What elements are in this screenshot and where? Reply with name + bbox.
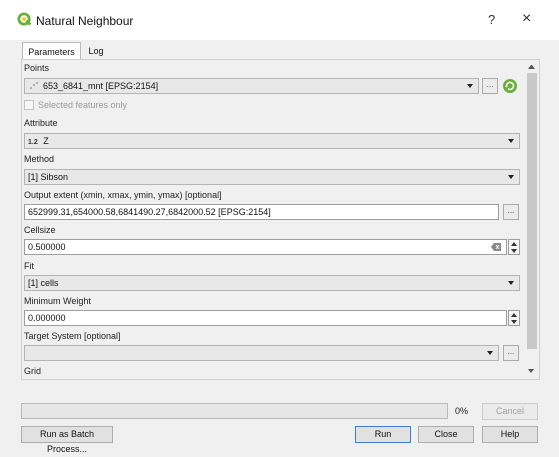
method-value: [1] Sibson (28, 172, 69, 182)
close-icon[interactable]: × (522, 10, 531, 28)
minimum-weight-spinbox[interactable] (508, 310, 520, 326)
scroll-thumb[interactable] (527, 73, 537, 349)
window-title: Natural Neighbour (36, 14, 134, 28)
iterate-icon[interactable] (502, 78, 518, 94)
cancel-button[interactable]: Cancel (482, 403, 538, 420)
method-select[interactable]: [1] Sibson (24, 169, 520, 185)
target-system-select[interactable] (24, 345, 499, 361)
output-extent-input[interactable]: 652999.31,654000.58,6841490.27,6842000.5… (24, 204, 499, 220)
scrollbar[interactable] (525, 59, 539, 379)
chevron-down-icon (508, 281, 514, 285)
target-system-browse-button[interactable]: ... (503, 345, 519, 361)
minimum-weight-label: Minimum Weight (24, 296, 91, 306)
fit-select[interactable]: [1] cells (24, 275, 520, 291)
point-layer-icon (30, 82, 38, 89)
points-select[interactable]: 653_6841_mnt [EPSG:2154] (24, 78, 479, 94)
points-label: Points (24, 63, 50, 73)
attribute-select[interactable]: 1.2 Z (24, 133, 520, 149)
tab-parameters[interactable]: Parameters (22, 42, 81, 60)
method-label: Method (24, 154, 55, 164)
help-icon[interactable]: ? (488, 12, 495, 27)
cellsize-spinbox[interactable] (508, 239, 520, 255)
target-system-label: Target System [optional] (24, 331, 121, 341)
output-extent-label: Output extent (xmin, xmax, ymin, ymax) [… (24, 190, 222, 200)
run-button[interactable]: Run (355, 426, 411, 443)
grid-label: Grid (24, 366, 42, 376)
numeric-field-icon: 1.2 (28, 139, 38, 146)
attribute-label: Attribute (24, 118, 58, 128)
qgis-icon (17, 12, 32, 26)
chevron-down-icon (508, 139, 514, 143)
scroll-up-icon[interactable] (528, 65, 535, 69)
fit-label: Fit (24, 261, 34, 271)
chevron-down-icon (508, 175, 514, 179)
chevron-down-icon (487, 351, 493, 355)
chevron-down-icon (467, 84, 473, 88)
points-browse-button[interactable]: ... (482, 78, 498, 94)
selected-features-label: Selected features only (38, 100, 128, 110)
points-value: 653_6841_mnt [EPSG:2154] (43, 81, 159, 91)
close-button[interactable]: Close (418, 426, 474, 443)
minimum-weight-input[interactable]: 0.000000 (24, 310, 507, 326)
help-button[interactable]: Help (482, 426, 538, 443)
clear-icon[interactable] (491, 243, 501, 251)
progress-label: 0% (455, 406, 469, 416)
tab-log[interactable]: Log (81, 42, 111, 60)
scroll-down-icon[interactable] (528, 369, 534, 373)
cellsize-label: Cellsize (24, 225, 56, 235)
attribute-value: Z (43, 136, 49, 146)
run-as-batch-button[interactable]: Run as Batch Process... (21, 426, 113, 454)
progress-bar (21, 403, 448, 419)
cellsize-value: 0.500000 (28, 242, 66, 252)
title-bar: Natural Neighbour ? × (0, 0, 559, 40)
selected-features-checkbox[interactable] (24, 100, 34, 110)
cellsize-input[interactable]: 0.500000 (24, 239, 507, 255)
fit-value: [1] cells (28, 278, 59, 288)
output-extent-browse-button[interactable]: ... (503, 204, 519, 220)
